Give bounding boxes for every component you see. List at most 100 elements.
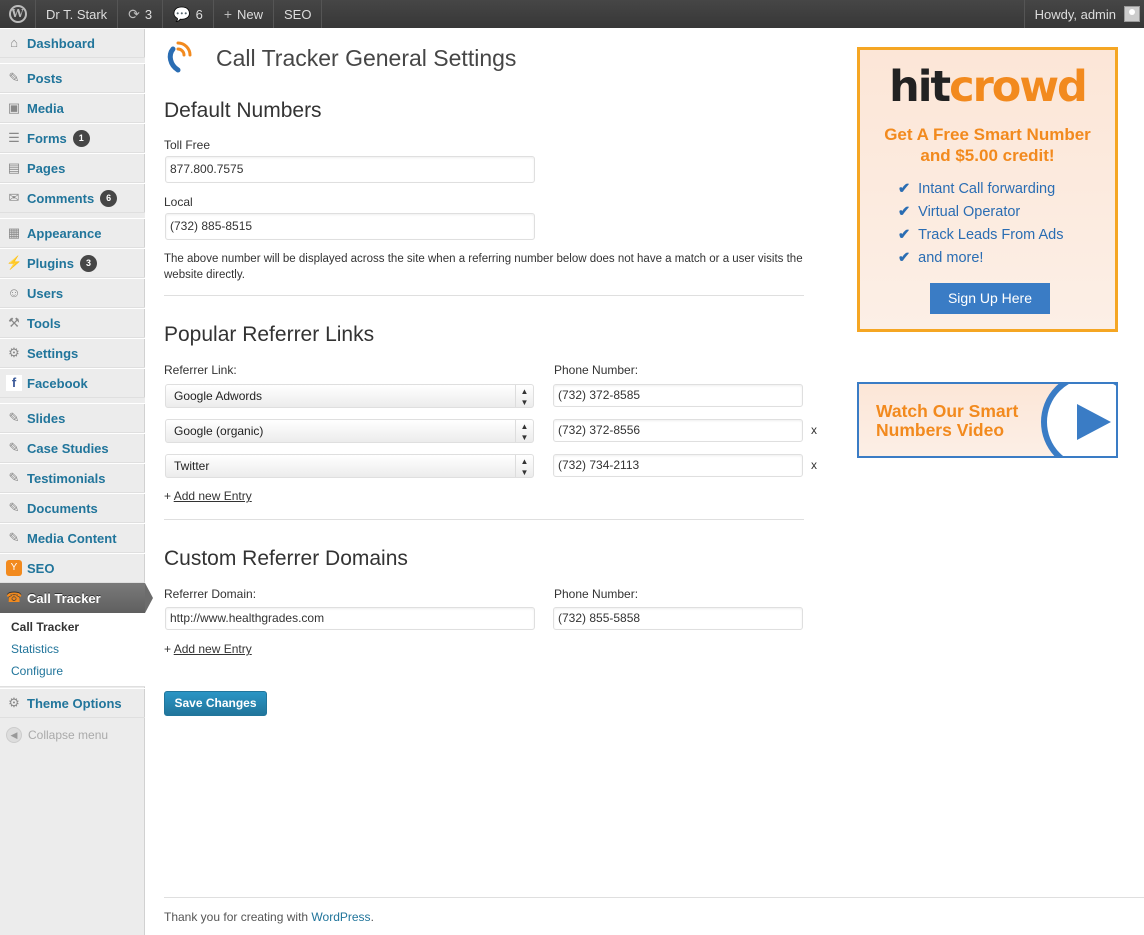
referrer-domain-label: Referrer Domain: xyxy=(164,587,257,601)
custom-domains-heading: Custom Referrer Domains xyxy=(164,547,408,570)
sidebar-item-label: Appearance xyxy=(27,225,102,241)
phone-number-label: Phone Number: xyxy=(554,363,639,377)
ad-feature-list: ✔ Intant Call forwarding ✔ Virtual Operato… xyxy=(898,178,1115,270)
wordpress-link[interactable]: WordPress xyxy=(311,910,370,924)
sidebar-item-facebook[interactable]: f Facebook xyxy=(0,368,145,398)
referrer-select[interactable]: Twitter ▲ ▼ xyxy=(165,454,534,478)
sidebar-item-pages[interactable]: ▤ Pages xyxy=(0,153,145,183)
sidebar-item-posts[interactable]: ✎ Posts xyxy=(0,63,145,93)
section-divider xyxy=(164,519,804,520)
referrer-phone-input[interactable]: (732) 734-2113 xyxy=(553,454,803,477)
sidebar-item-testimonials[interactable]: ✎ Testimonials xyxy=(0,463,145,493)
comments-link[interactable]: 💬 6 xyxy=(163,0,214,28)
footer-divider xyxy=(164,897,1144,898)
sidebar-item-label: Dashboard xyxy=(27,35,95,51)
sidebar-item-settings[interactable]: ⚙ Settings xyxy=(0,338,145,368)
domain-phone-input[interactable]: (732) 855-5858 xyxy=(553,607,803,630)
updates-link[interactable]: ⟳ 3 xyxy=(118,0,164,28)
submenu-item-statistics[interactable]: Statistics xyxy=(11,642,59,656)
headline-line-2: and $5.00 credit! xyxy=(920,146,1055,165)
sidebar-item-label: SEO xyxy=(27,560,55,576)
page-header: Call Tracker General Settings xyxy=(164,40,516,76)
submenu-item-configure[interactable]: Configure xyxy=(11,664,63,678)
pin-icon: ✎ xyxy=(8,70,20,85)
headline-line-1: Get A Free Smart Number xyxy=(884,125,1091,144)
seo-label: SEO xyxy=(284,6,312,22)
site-name-label: Dr T. Stark xyxy=(46,6,108,22)
hitcrowd-ad[interactable]: hitcrowd Get A Free Smart Number and $5.0… xyxy=(857,47,1118,332)
sidebar-item-theme-options[interactable]: ⚙ Theme Options xyxy=(0,688,145,718)
add-new-entry-link[interactable]: Add new Entry xyxy=(174,489,252,503)
sidebar-item-appearance[interactable]: ▦ Appearance xyxy=(0,218,145,248)
comments-icon: ✉ xyxy=(8,190,20,205)
submenu-item-call-tracker[interactable]: Call Tracker xyxy=(11,620,79,634)
referrer-select[interactable]: Google (organic) ▲ ▼ xyxy=(165,419,534,443)
list-item: ✔ Intant Call forwarding xyxy=(898,178,1115,201)
sidebar-item-label: Plugins xyxy=(27,255,74,271)
sidebar-item-plugins[interactable]: ⚡ Plugins 3 xyxy=(0,248,145,278)
phone-number-label: Phone Number: xyxy=(554,587,639,601)
list-item: ✔ Virtual Operator xyxy=(898,201,1115,224)
sidebar-item-forms[interactable]: ☰ Forms 1 xyxy=(0,123,145,153)
video-ad-line-2: Numbers Video xyxy=(876,420,1005,440)
call-tracker-logo-icon xyxy=(164,41,198,75)
video-ad[interactable]: Watch Our Smart Numbers Video xyxy=(857,382,1118,458)
save-changes-button[interactable]: Save Changes xyxy=(164,691,267,716)
sidebar-item-media[interactable]: ▣ Media xyxy=(0,93,145,123)
howdy-label: Howdy, admin xyxy=(1034,6,1116,22)
sidebar-item-documents[interactable]: ✎ Documents xyxy=(0,493,145,523)
default-numbers-description: The above number will be displayed acros… xyxy=(164,253,803,281)
remove-entry-button[interactable]: x xyxy=(811,458,817,472)
feature-label: Track Leads From Ads xyxy=(918,227,1064,243)
checkmark-icon: ✔ xyxy=(898,181,911,197)
checkmark-icon: ✔ xyxy=(898,250,911,266)
sidebar-item-label: Tools xyxy=(27,315,61,331)
sidebar-item-label: Theme Options xyxy=(27,695,122,711)
site-name-link[interactable]: Dr T. Stark xyxy=(36,0,119,28)
footer-text: Thank you for creating with xyxy=(164,910,309,924)
account-menu[interactable]: Howdy, admin xyxy=(1023,0,1144,28)
remove-entry-button[interactable]: x xyxy=(811,423,817,437)
call-tracker-icon: ☎ xyxy=(6,590,23,605)
toll-free-label: Toll Free xyxy=(164,138,211,152)
list-item: ✔ and more! xyxy=(898,247,1115,270)
seo-link[interactable]: SEO xyxy=(274,0,323,28)
referrer-phone-input[interactable]: (732) 372-8556 xyxy=(553,419,803,442)
add-prefix: + xyxy=(164,642,172,656)
local-number-input[interactable]: (732) 885-8515 xyxy=(165,213,535,240)
referrer-phone-input[interactable]: (732) 372-8585 xyxy=(553,384,803,407)
sidebar-item-media-content[interactable]: ✎ Media Content xyxy=(0,523,145,553)
pin-icon: ✎ xyxy=(8,500,20,515)
forms-count-badge: 1 xyxy=(72,129,90,147)
add-new-entry-link[interactable]: Add new Entry xyxy=(174,642,252,656)
sidebar-item-dashboard[interactable]: ⌂ Dashboard xyxy=(0,28,145,58)
sidebar-item-tools[interactable]: ⚒ Tools xyxy=(0,308,145,338)
collapse-menu-button[interactable]: ◀ Collapse menu xyxy=(6,727,108,743)
checkmark-icon: ✔ xyxy=(898,204,911,220)
referrer-select-value: Google Adwords xyxy=(174,389,263,403)
sign-up-button[interactable]: Sign Up Here xyxy=(930,283,1050,314)
media-icon: ▣ xyxy=(7,100,21,115)
referrer-select-value: Google (organic) xyxy=(174,424,264,438)
pages-icon: ▤ xyxy=(7,160,21,175)
footer: Thank you for creating with WordPress. xyxy=(164,910,374,924)
referrer-select[interactable]: Google Adwords ▲ ▼ xyxy=(165,384,534,408)
sidebar-item-comments[interactable]: ✉ Comments 6 xyxy=(0,183,145,213)
sidebar-item-slides[interactable]: ✎ Slides xyxy=(0,403,145,433)
referrer-domain-input[interactable]: http://www.healthgrades.com xyxy=(165,607,535,630)
sidebar-item-label: Media xyxy=(27,100,64,116)
footer-suffix: . xyxy=(370,910,374,924)
sidebar-item-call-tracker[interactable]: ☎ Call Tracker xyxy=(0,583,153,613)
sidebar-item-label: Posts xyxy=(27,70,63,86)
seo-icon: Y xyxy=(6,560,22,576)
sidebar-item-seo[interactable]: Y SEO xyxy=(0,553,145,583)
referrer-link-label: Referrer Link: xyxy=(164,363,237,377)
toll-free-input[interactable]: 877.800.7575 xyxy=(165,156,535,183)
wordpress-logo-button[interactable]: W xyxy=(0,0,36,28)
new-content-link[interactable]: + New xyxy=(214,0,275,28)
forms-icon: ☰ xyxy=(8,130,20,145)
sidebar-item-users[interactable]: ☺ Users xyxy=(0,278,145,308)
sidebar-item-label: Media Content xyxy=(27,530,117,546)
sidebar-item-case-studies[interactable]: ✎ Case Studies xyxy=(0,433,145,463)
add-prefix: + xyxy=(164,489,172,503)
